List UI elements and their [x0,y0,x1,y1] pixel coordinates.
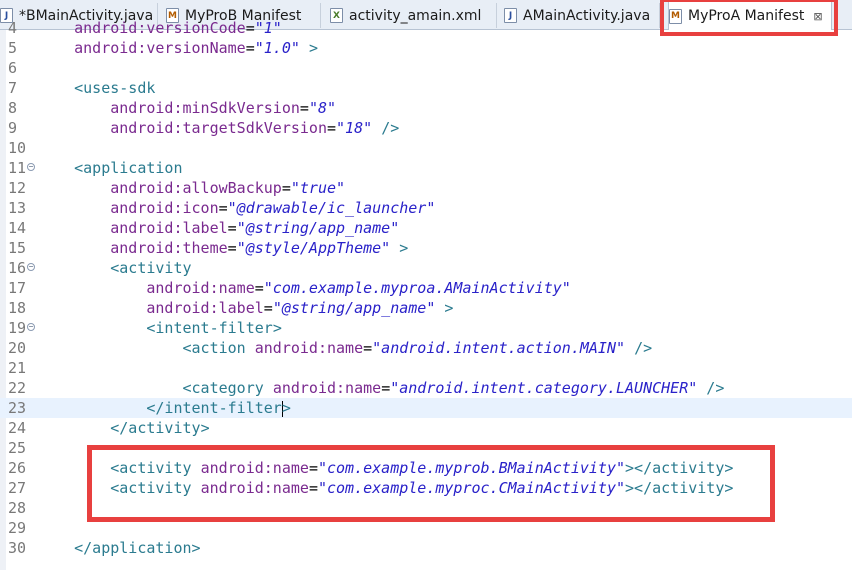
line-number: 10 [8,139,27,157]
code-text: <action android:name="android.intent.act… [182,339,653,357]
code-line[interactable]: 5 android:versionName="1.0" > [0,38,852,58]
fold-toggle-icon[interactable]: − [27,163,35,171]
line-number: 20 [8,339,27,357]
code-text: android:versionName="1.0" > [74,39,318,57]
code-text: android:label="@string/app_name" [110,219,400,237]
code-line[interactable]: 23 </intent-filter> [0,398,852,418]
code-line[interactable]: 29 [0,518,852,538]
code-text: android:minSdkVersion="8" [110,99,337,117]
code-line[interactable]: 14 android:label="@string/app_name" [0,218,852,238]
code-line[interactable]: 20 <action android:name="android.intent.… [0,338,852,358]
code-text: android:allowBackup="true" [110,179,346,197]
code-line[interactable]: 18 android:label="@string/app_name" > [0,298,852,318]
line-number: 22 [8,379,27,397]
code-text: android:targetSdkVersion="18" /> [110,119,400,137]
line-number: 5 [8,39,18,57]
code-line[interactable]: 17 android:name="com.example.myproa.AMai… [0,278,852,298]
line-number: 21 [8,359,27,377]
line-number: 4 [8,19,18,37]
line-number: 7 [8,79,18,97]
code-line[interactable]: 9 android:targetSdkVersion="18" /> [0,118,852,138]
code-text: </application> [74,539,201,557]
code-line[interactable]: 25 [0,438,852,458]
code-text: android:theme="@style/AppTheme" > [110,239,409,257]
code-text: <category android:name="android.intent.c… [182,379,725,397]
line-number: 14 [8,219,27,237]
code-line[interactable]: 12 android:allowBackup="true" [0,178,852,198]
code-line[interactable]: 30 </application> [0,538,852,558]
line-number: 25 [8,439,27,457]
code-line[interactable]: 7 <uses-sdk [0,78,852,98]
line-number: 9 [8,119,18,137]
line-number: 23 [8,399,27,417]
code-line[interactable]: 26 <activity android:name="com.example.m… [0,458,852,478]
code-line[interactable]: 27 <activity android:name="com.example.m… [0,478,852,498]
line-number: 18 [8,299,27,317]
fold-toggle-icon[interactable]: − [27,263,35,271]
code-line[interactable]: 21 [0,358,852,378]
code-line[interactable]: 10 [0,138,852,158]
code-text: </activity> [110,419,210,437]
line-number: 28 [8,499,27,517]
code-text: android:name="com.example.myproa.AMainAc… [146,279,571,297]
line-number: 13 [8,199,27,217]
code-line[interactable]: 6 [0,58,852,78]
line-number: 12 [8,179,27,197]
code-line[interactable]: 22 <category android:name="android.inten… [0,378,852,398]
code-text: <activity android:name="com.example.mypr… [110,479,734,497]
code-line[interactable]: 8 android:minSdkVersion="8" [0,98,852,118]
code-text: android:icon="@drawable/ic_launcher" [110,199,436,217]
code-text: <intent-filter> [146,319,282,337]
code-text: <application [74,159,183,177]
line-number: 24 [8,419,27,437]
line-number: 29 [8,519,27,537]
code-line[interactable]: 28 [0,498,852,518]
code-line[interactable]: 11− <application [0,158,852,178]
line-number: 27 [8,479,27,497]
code-text: <activity [110,259,192,277]
line-number: 15 [8,239,27,257]
line-number: 17 [8,279,27,297]
line-number: 8 [8,99,18,117]
code-line[interactable]: 4 android:versionCode="1" [0,18,852,38]
code-text: </intent-filter> [146,399,291,417]
code-text: <uses-sdk [74,79,156,97]
fold-toggle-icon[interactable]: − [27,323,35,331]
line-number: 6 [8,59,18,77]
line-number: 30 [8,539,27,557]
code-text: android:label="@string/app_name" > [146,299,454,317]
code-line[interactable]: 16− <activity [0,258,852,278]
code-text: android:versionCode="1" [74,19,282,37]
line-number: 26 [8,459,27,477]
code-line[interactable]: 24 </activity> [0,418,852,438]
code-line[interactable]: 19− <intent-filter> [0,318,852,338]
code-text: <activity android:name="com.example.mypr… [110,459,734,477]
code-line[interactable]: 15 android:theme="@style/AppTheme" > [0,238,852,258]
code-line[interactable]: 13 android:icon="@drawable/ic_launcher" [0,198,852,218]
